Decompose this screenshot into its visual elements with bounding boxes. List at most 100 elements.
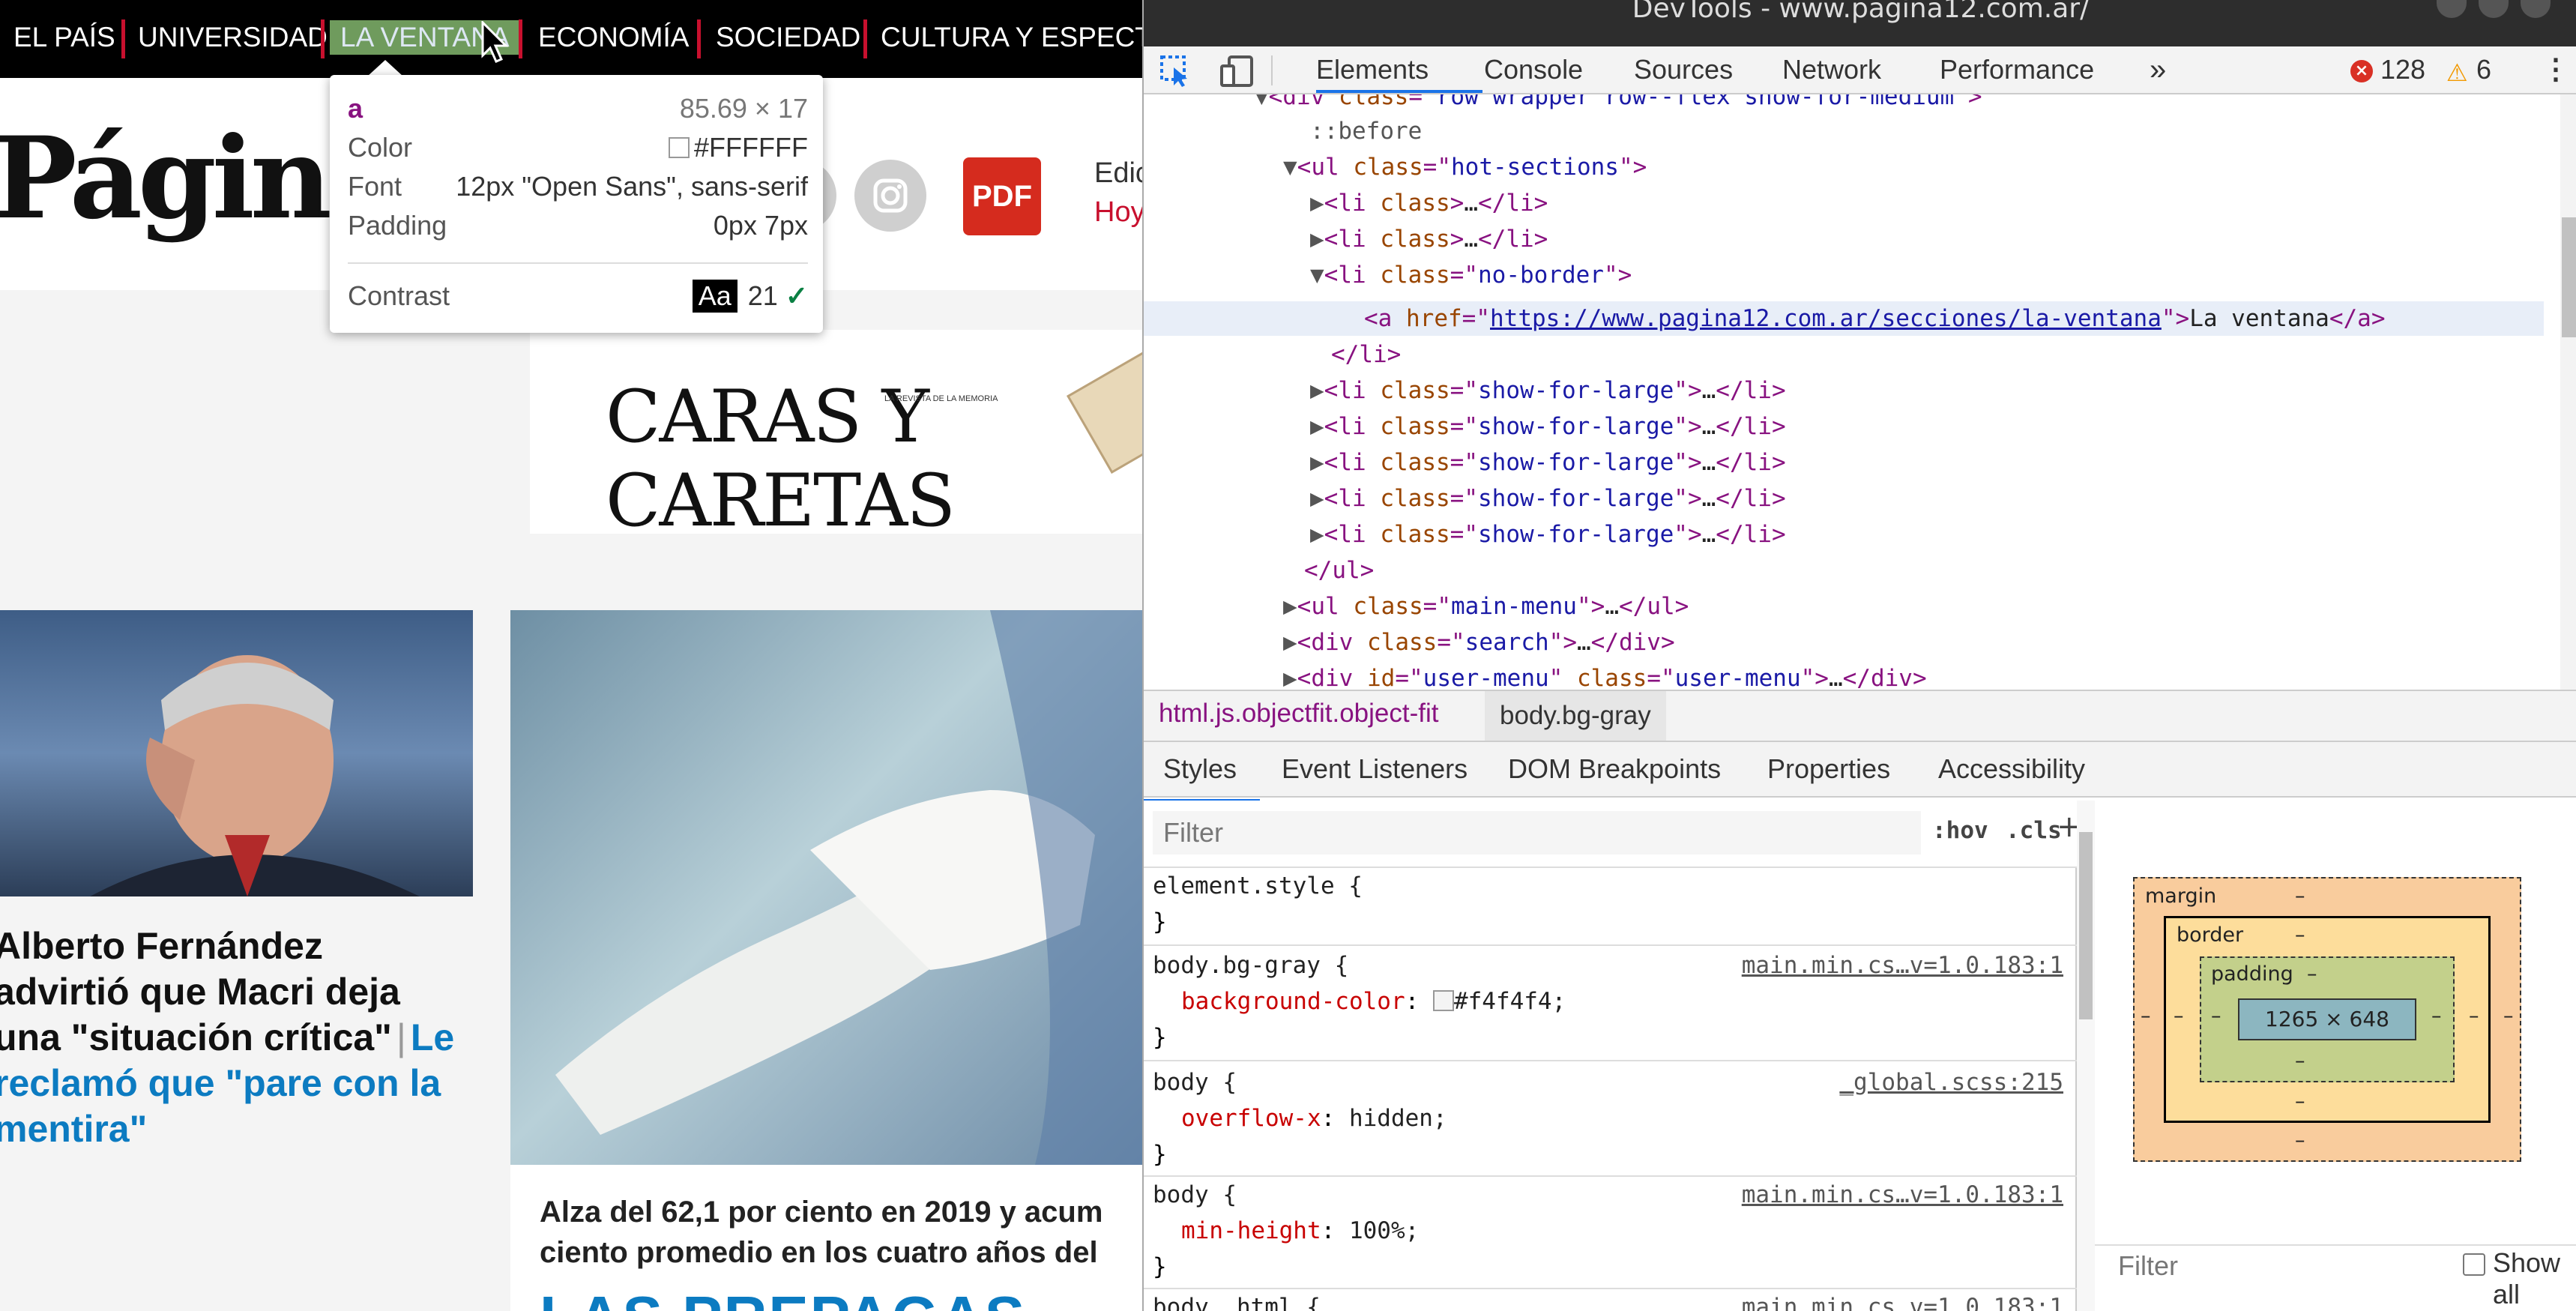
rule-source-link[interactable]: main.min.cs…v=1.0.183:1: [1742, 1289, 2063, 1311]
article-headline[interactable]: Alberto Fernández advirtió que Macri dej…: [0, 923, 459, 1152]
tab-elements[interactable]: Elements: [1316, 46, 1429, 93]
maximize-button[interactable]: [2479, 0, 2509, 18]
styles-scrollbar-thumb[interactable]: [2079, 832, 2093, 1019]
device-toolbar-icon[interactable]: [1219, 54, 1256, 88]
hover-state-toggle[interactable]: :hov: [1932, 817, 1988, 844]
inspect-element-icon[interactable]: [1159, 54, 1193, 88]
dom-node-before[interactable]: ::before: [1310, 114, 1422, 148]
warning-count[interactable]: 6: [2476, 46, 2491, 93]
dom-node-ul-main-menu[interactable]: ▶<ul class="main-menu">…</ul>: [1283, 589, 1689, 624]
rule-source-link[interactable]: _global.scss:215: [1839, 1064, 2063, 1100]
style-rule-body[interactable]: body {main.min.cs…v=1.0.183:1: [1153, 1177, 2077, 1213]
dom-node-li-show-for-large[interactable]: ▶<li class="show-for-large">…</li>: [1310, 481, 1786, 516]
margin-top-value[interactable]: –: [2295, 884, 2305, 908]
edition-label[interactable]: Edic: [1094, 157, 1142, 190]
padding-left-value[interactable]: –: [2211, 1004, 2221, 1028]
devtools-title: DevTools - www.pagina12.com.ar/: [1632, 0, 2090, 24]
pdf-icon[interactable]: PDF: [963, 157, 1041, 235]
nav-item-economia[interactable]: ECONOMÍA: [538, 0, 689, 78]
rule-source-link[interactable]: main.min.cs…v=1.0.183:1: [1742, 1177, 2063, 1213]
style-declaration[interactable]: overflow-x: hidden;: [1181, 1100, 2077, 1136]
padding-bottom-value[interactable]: –: [2295, 1049, 2305, 1073]
border-bottom-value[interactable]: –: [2295, 1090, 2305, 1113]
nav-item-sociedad[interactable]: SOCIEDAD: [716, 0, 860, 78]
subtab-accessibility[interactable]: Accessibility: [1938, 742, 2085, 796]
nav-item-cultura[interactable]: CULTURA Y ESPECTÁ: [881, 0, 1142, 78]
margin-bottom-value[interactable]: –: [2295, 1129, 2305, 1152]
lede-line-1[interactable]: Alza del 62,1 por ciento en 2019 y acum: [540, 1192, 1142, 1232]
style-declaration[interactable]: min-height: 100%;: [1181, 1213, 2077, 1249]
border-left-value[interactable]: –: [2174, 1004, 2184, 1028]
box-model-content-size[interactable]: 1265 × 648: [2238, 998, 2416, 1040]
style-declaration[interactable]: background-color: #f4f4f4;: [1181, 983, 2077, 1019]
kebab-menu-icon[interactable]: ⋮: [2542, 46, 2570, 93]
dom-node-li[interactable]: ▶<li class>…</li>: [1310, 186, 1548, 220]
subtab-styles[interactable]: Styles: [1163, 742, 1237, 796]
site-logo[interactable]: Págin: [0, 112, 332, 244]
dom-node-li-close[interactable]: </li>: [1331, 337, 1401, 372]
tab-console[interactable]: Console: [1484, 46, 1583, 93]
show-all-checkbox[interactable]: [2463, 1253, 2485, 1276]
lede-line-2[interactable]: ciento promedio en los cuatro años del: [540, 1232, 1142, 1273]
nav-item-universidad[interactable]: UNIVERSIDAD: [138, 0, 328, 78]
style-rule-body[interactable]: body {_global.scss:215: [1153, 1064, 2077, 1100]
dom-node-div[interactable]: ▼<div class="row wrapper row--flex show-…: [1255, 94, 1982, 114]
check-icon: ✓: [785, 280, 808, 311]
margin-right-value[interactable]: –: [2503, 1004, 2514, 1028]
class-toggle[interactable]: .cls: [2006, 817, 2062, 844]
article-lede[interactable]: Alza del 62,1 por ciento en 2019 y acum …: [540, 1192, 1142, 1273]
dom-node-ul-hot-sections[interactable]: ▼<ul class="hot-sections">: [1283, 150, 1647, 184]
dom-node-li[interactable]: ▶<li class>…</li>: [1310, 222, 1548, 256]
style-rule-body-html[interactable]: body, html {main.min.cs…v=1.0.183:1: [1153, 1289, 2077, 1311]
rule-divider: [1144, 944, 2077, 946]
show-all-label[interactable]: Show all: [2493, 1247, 2576, 1310]
dom-node-li-show-for-large[interactable]: ▶<li class="show-for-large">…</li>: [1310, 373, 1786, 408]
border-top-value[interactable]: –: [2295, 923, 2305, 947]
headline-text[interactable]: Alberto Fernández advirtió que Macri dej…: [0, 925, 400, 1058]
subtab-properties[interactable]: Properties: [1767, 742, 1890, 796]
dom-node-li-show-for-large[interactable]: ▶<li class="show-for-large">…</li>: [1310, 445, 1786, 480]
dom-node-li-no-border[interactable]: ▼<li class="no-border">: [1310, 258, 1632, 292]
dom-node-ul-close[interactable]: </ul>: [1304, 553, 1374, 588]
headline-separator: |: [396, 1016, 406, 1058]
article-photo-politician[interactable]: [0, 610, 473, 896]
close-button[interactable]: [2521, 0, 2551, 18]
dom-node-li-show-for-large[interactable]: ▶<li class="show-for-large">…</li>: [1310, 409, 1786, 444]
padding-right-value[interactable]: –: [2431, 1004, 2442, 1028]
style-rule-body-bg-gray[interactable]: body.bg-gray {main.min.cs…v=1.0.183:1: [1153, 947, 2077, 983]
border-right-value[interactable]: –: [2469, 1004, 2479, 1028]
article-headline-large[interactable]: LAS PREPAGAS: [540, 1283, 1026, 1311]
color-swatch[interactable]: [1432, 990, 1454, 1011]
dom-node-li-show-for-large[interactable]: ▶<li class="show-for-large">…</li>: [1310, 517, 1786, 552]
subtab-event-listeners[interactable]: Event Listeners: [1282, 742, 1468, 796]
dom-node-div-user-menu[interactable]: ▶<div id="user-menu" class="user-menu">……: [1283, 661, 1927, 690]
border-label: border: [2177, 923, 2244, 947]
tab-network[interactable]: Network: [1782, 46, 1881, 93]
more-tabs-button[interactable]: »: [2150, 46, 2166, 93]
padding-top-value[interactable]: –: [2307, 962, 2317, 986]
tab-sources[interactable]: Sources: [1634, 46, 1733, 93]
breadcrumb-item-html[interactable]: html.js.objectfit.object-fit: [1159, 699, 1438, 729]
contrast-ratio: 21: [747, 280, 778, 311]
margin-left-value[interactable]: –: [2141, 1004, 2151, 1028]
rule-source-link[interactable]: main.min.cs…v=1.0.183:1: [1742, 947, 2063, 983]
instagram-icon[interactable]: [854, 160, 926, 232]
dom-node-div-search[interactable]: ▶<div class="search">…</div>: [1283, 625, 1675, 660]
dom-scrollbar-thumb[interactable]: [2562, 217, 2576, 337]
dom-scrollbar[interactable]: [2560, 94, 2576, 690]
styles-filter-input[interactable]: Filter: [1153, 811, 1921, 855]
tab-performance[interactable]: Performance: [1940, 46, 2094, 93]
nav-item-el-pais[interactable]: EL PAÍS: [13, 0, 115, 78]
warning-icon[interactable]: ⚠: [2446, 58, 2468, 87]
style-rule-element[interactable]: element.style {: [1153, 868, 2077, 904]
computed-filter-input[interactable]: Filter: [2118, 1250, 2178, 1282]
tooltip-tag: a: [348, 93, 364, 124]
breadcrumb-item-body[interactable]: body.bg-gray: [1485, 691, 1666, 741]
dom-node-a-selected[interactable]: <a href="https://www.pagina12.com.ar/sec…: [1364, 301, 2386, 336]
edition-date[interactable]: Hoy: [1094, 196, 1142, 229]
minimize-button[interactable]: [2437, 0, 2467, 18]
subtab-dom-breakpoints[interactable]: DOM Breakpoints: [1508, 742, 1721, 796]
error-count[interactable]: 128: [2380, 46, 2425, 93]
article-photo-gloves[interactable]: [510, 610, 1142, 1165]
error-icon[interactable]: ×: [2350, 60, 2373, 82]
